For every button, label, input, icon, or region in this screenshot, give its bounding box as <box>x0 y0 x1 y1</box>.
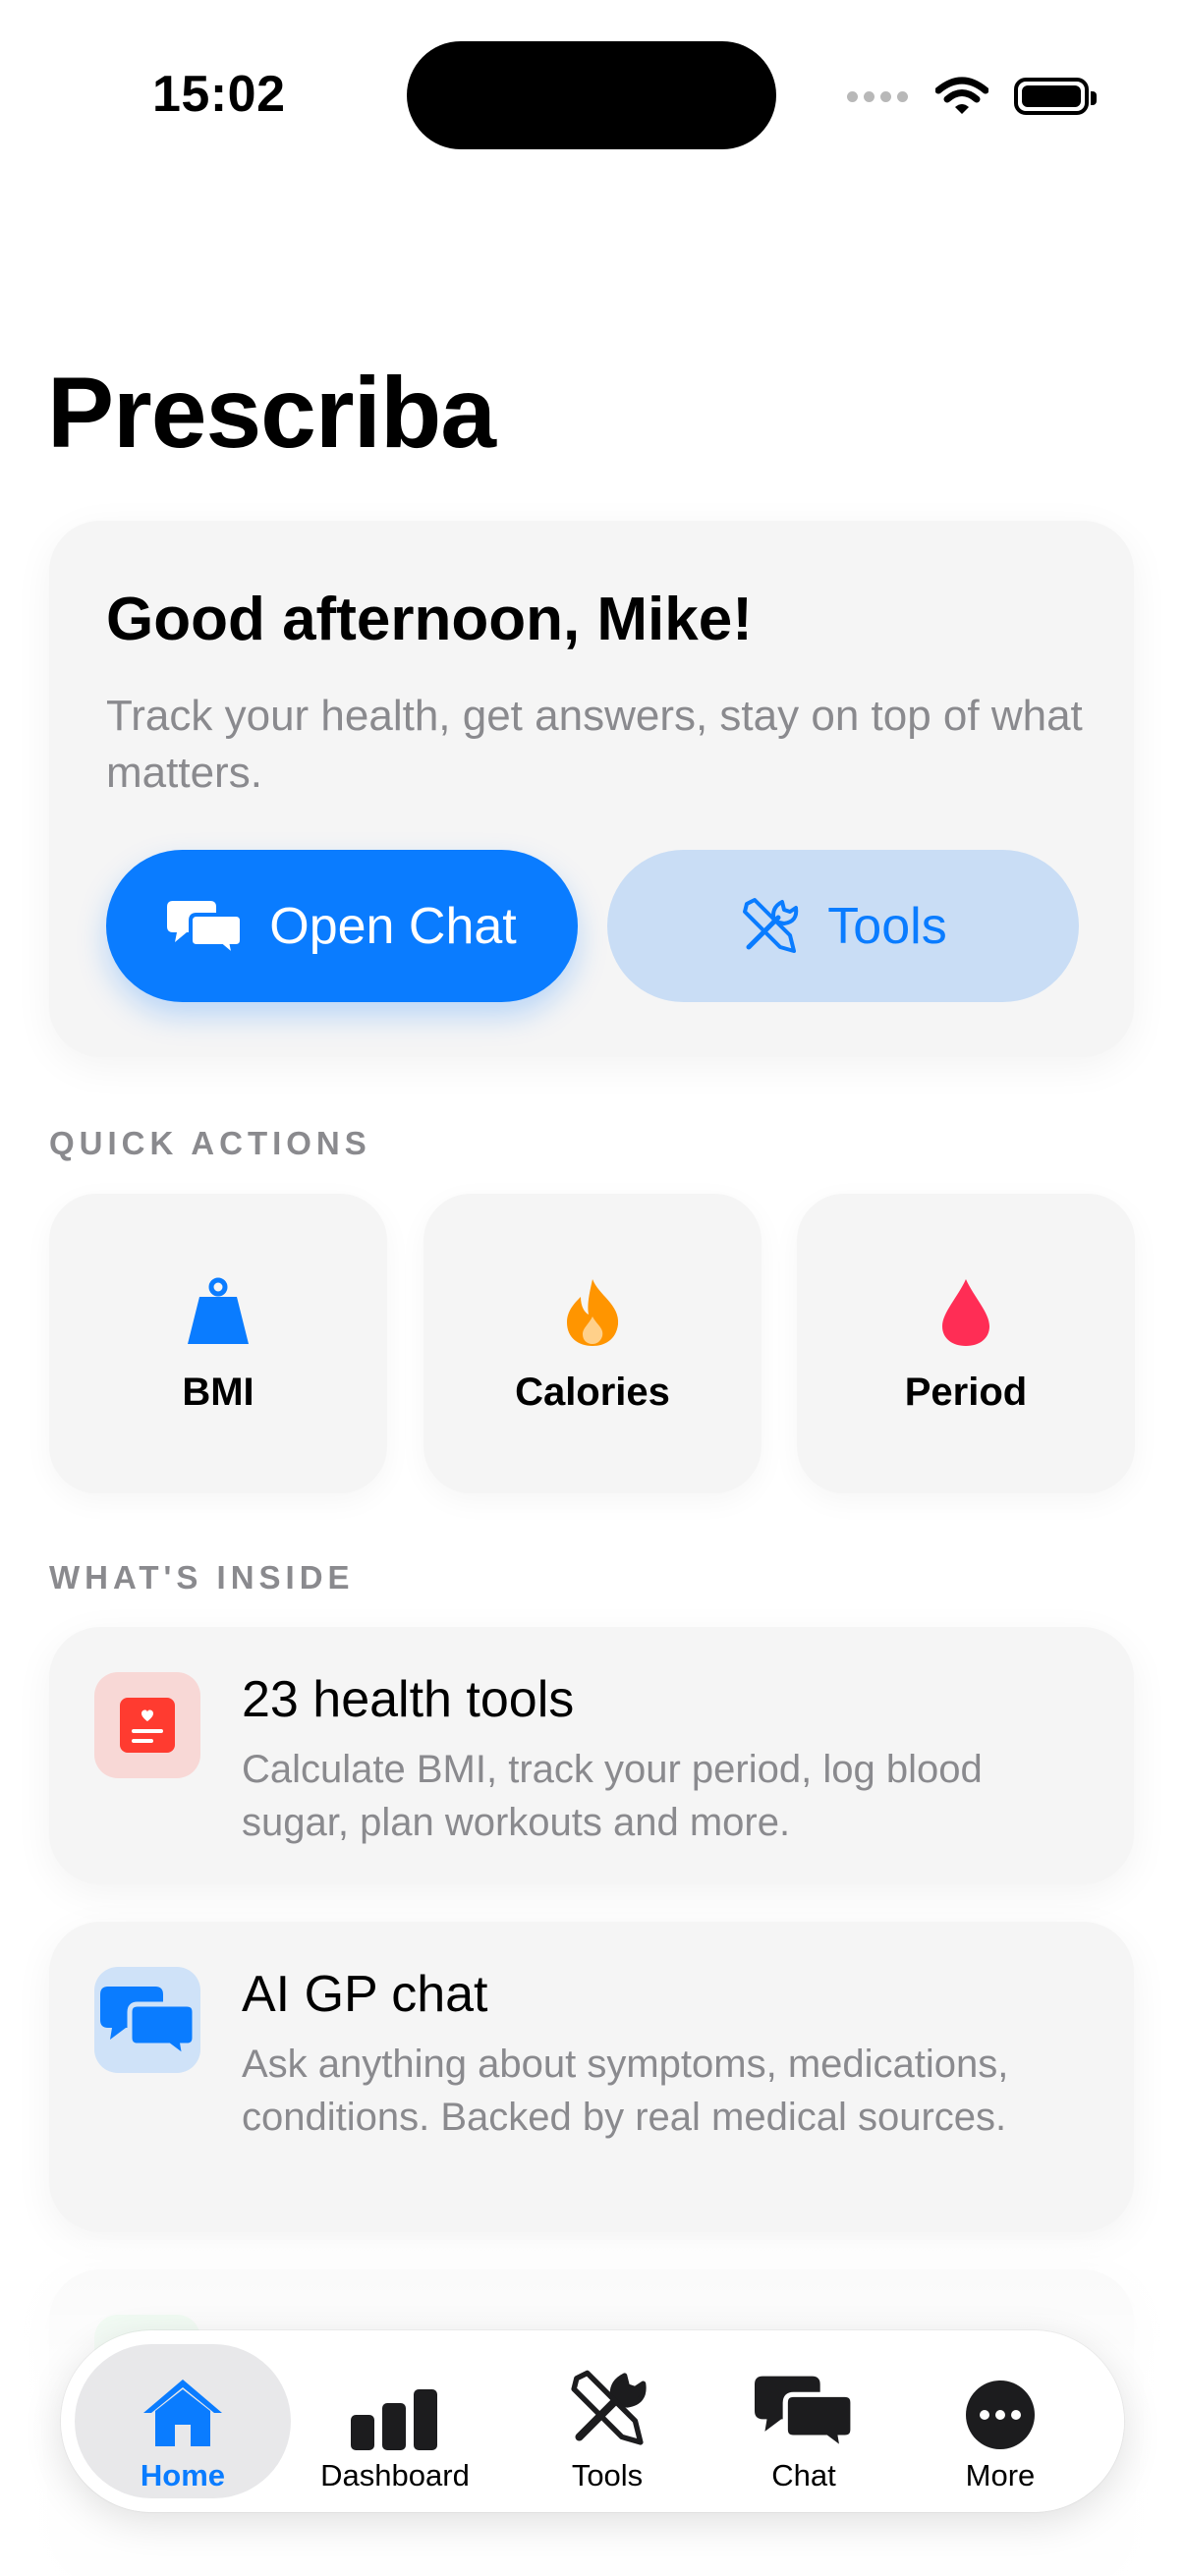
tab-more[interactable]: More <box>902 2330 1099 2512</box>
weight-icon <box>188 1277 249 1344</box>
quick-actions-heading: QUICK ACTIONS <box>49 1125 371 1161</box>
tab-label: Dashboard <box>320 2458 470 2492</box>
tab-label: Tools <box>571 2458 644 2492</box>
tools-button[interactable]: Tools <box>607 850 1079 1002</box>
whats-inside-heading: WHAT'S INSIDE <box>49 1559 355 1596</box>
status-time: 15:02 <box>152 66 286 123</box>
feature-card-ai-gp-chat[interactable]: AI GP chat Ask anything about symptoms, … <box>49 1922 1134 2232</box>
battery-icon <box>1014 78 1097 115</box>
tab-label: Chat <box>771 2458 836 2492</box>
quick-action-label: BMI <box>182 1371 254 1414</box>
greeting-text: Good afternoon, Mike! <box>106 586 753 653</box>
dynamic-island <box>407 41 776 149</box>
open-chat-label: Open Chat <box>269 897 517 955</box>
quick-action-period[interactable]: Period <box>797 1194 1135 1493</box>
quick-action-label: Calories <box>515 1371 670 1414</box>
home-screen: 15:02 Prescriba Good afternoon, Mike! Tr… <box>0 0 1185 2576</box>
wifi-icon <box>935 77 988 114</box>
tools-label: Tools <box>827 897 947 955</box>
greeting-card: Good afternoon, Mike! Track your health,… <box>49 521 1134 1057</box>
bar-chart-icon <box>351 2389 437 2450</box>
tab-tools[interactable]: Tools <box>509 2330 705 2512</box>
chat-bubbles-icon <box>100 1987 195 2057</box>
drop-icon <box>942 1279 989 1346</box>
feature-icon-box <box>94 1672 200 1778</box>
quick-action-label: Period <box>904 1371 1028 1414</box>
feature-title: 23 health tools <box>242 1671 575 1728</box>
open-chat-button[interactable]: Open Chat <box>106 850 578 1002</box>
ellipsis-icon <box>966 2380 1035 2449</box>
tools-icon <box>571 2370 647 2445</box>
feature-icon-box <box>94 1967 200 2073</box>
feature-title: AI GP chat <box>242 1966 488 2023</box>
feature-description: Calculate BMI, track your period, log bl… <box>242 1748 983 1844</box>
chat-bubbles-icon <box>167 900 243 956</box>
page-title: Prescriba <box>47 357 496 469</box>
feature-card-health-tools[interactable]: 23 health tools Calculate BMI, track you… <box>49 1627 1134 1884</box>
quick-action-bmi[interactable]: BMI <box>49 1194 387 1493</box>
tab-dashboard[interactable]: Dashboard <box>297 2330 493 2512</box>
tab-chat[interactable]: Chat <box>705 2330 902 2512</box>
tab-label: Home <box>140 2458 226 2492</box>
feature-description: Ask anything about symptoms, medications… <box>242 2043 1009 2139</box>
chat-bubbles-icon <box>755 2376 853 2450</box>
tools-icon <box>743 897 799 953</box>
quick-action-calories[interactable]: Calories <box>423 1194 762 1493</box>
greeting-subtitle: Track your health, get answers, stay on … <box>106 692 1083 797</box>
tab-bar: Home Dashboard Tools Chat More <box>61 2330 1124 2512</box>
status-indicators <box>847 69 1097 124</box>
health-card-icon <box>120 1698 175 1753</box>
tab-label: More <box>965 2458 1036 2492</box>
tab-home[interactable]: Home <box>85 2330 281 2512</box>
cellular-signal-icon <box>847 90 908 102</box>
house-icon <box>143 2380 222 2446</box>
flame-icon <box>567 1279 619 1346</box>
